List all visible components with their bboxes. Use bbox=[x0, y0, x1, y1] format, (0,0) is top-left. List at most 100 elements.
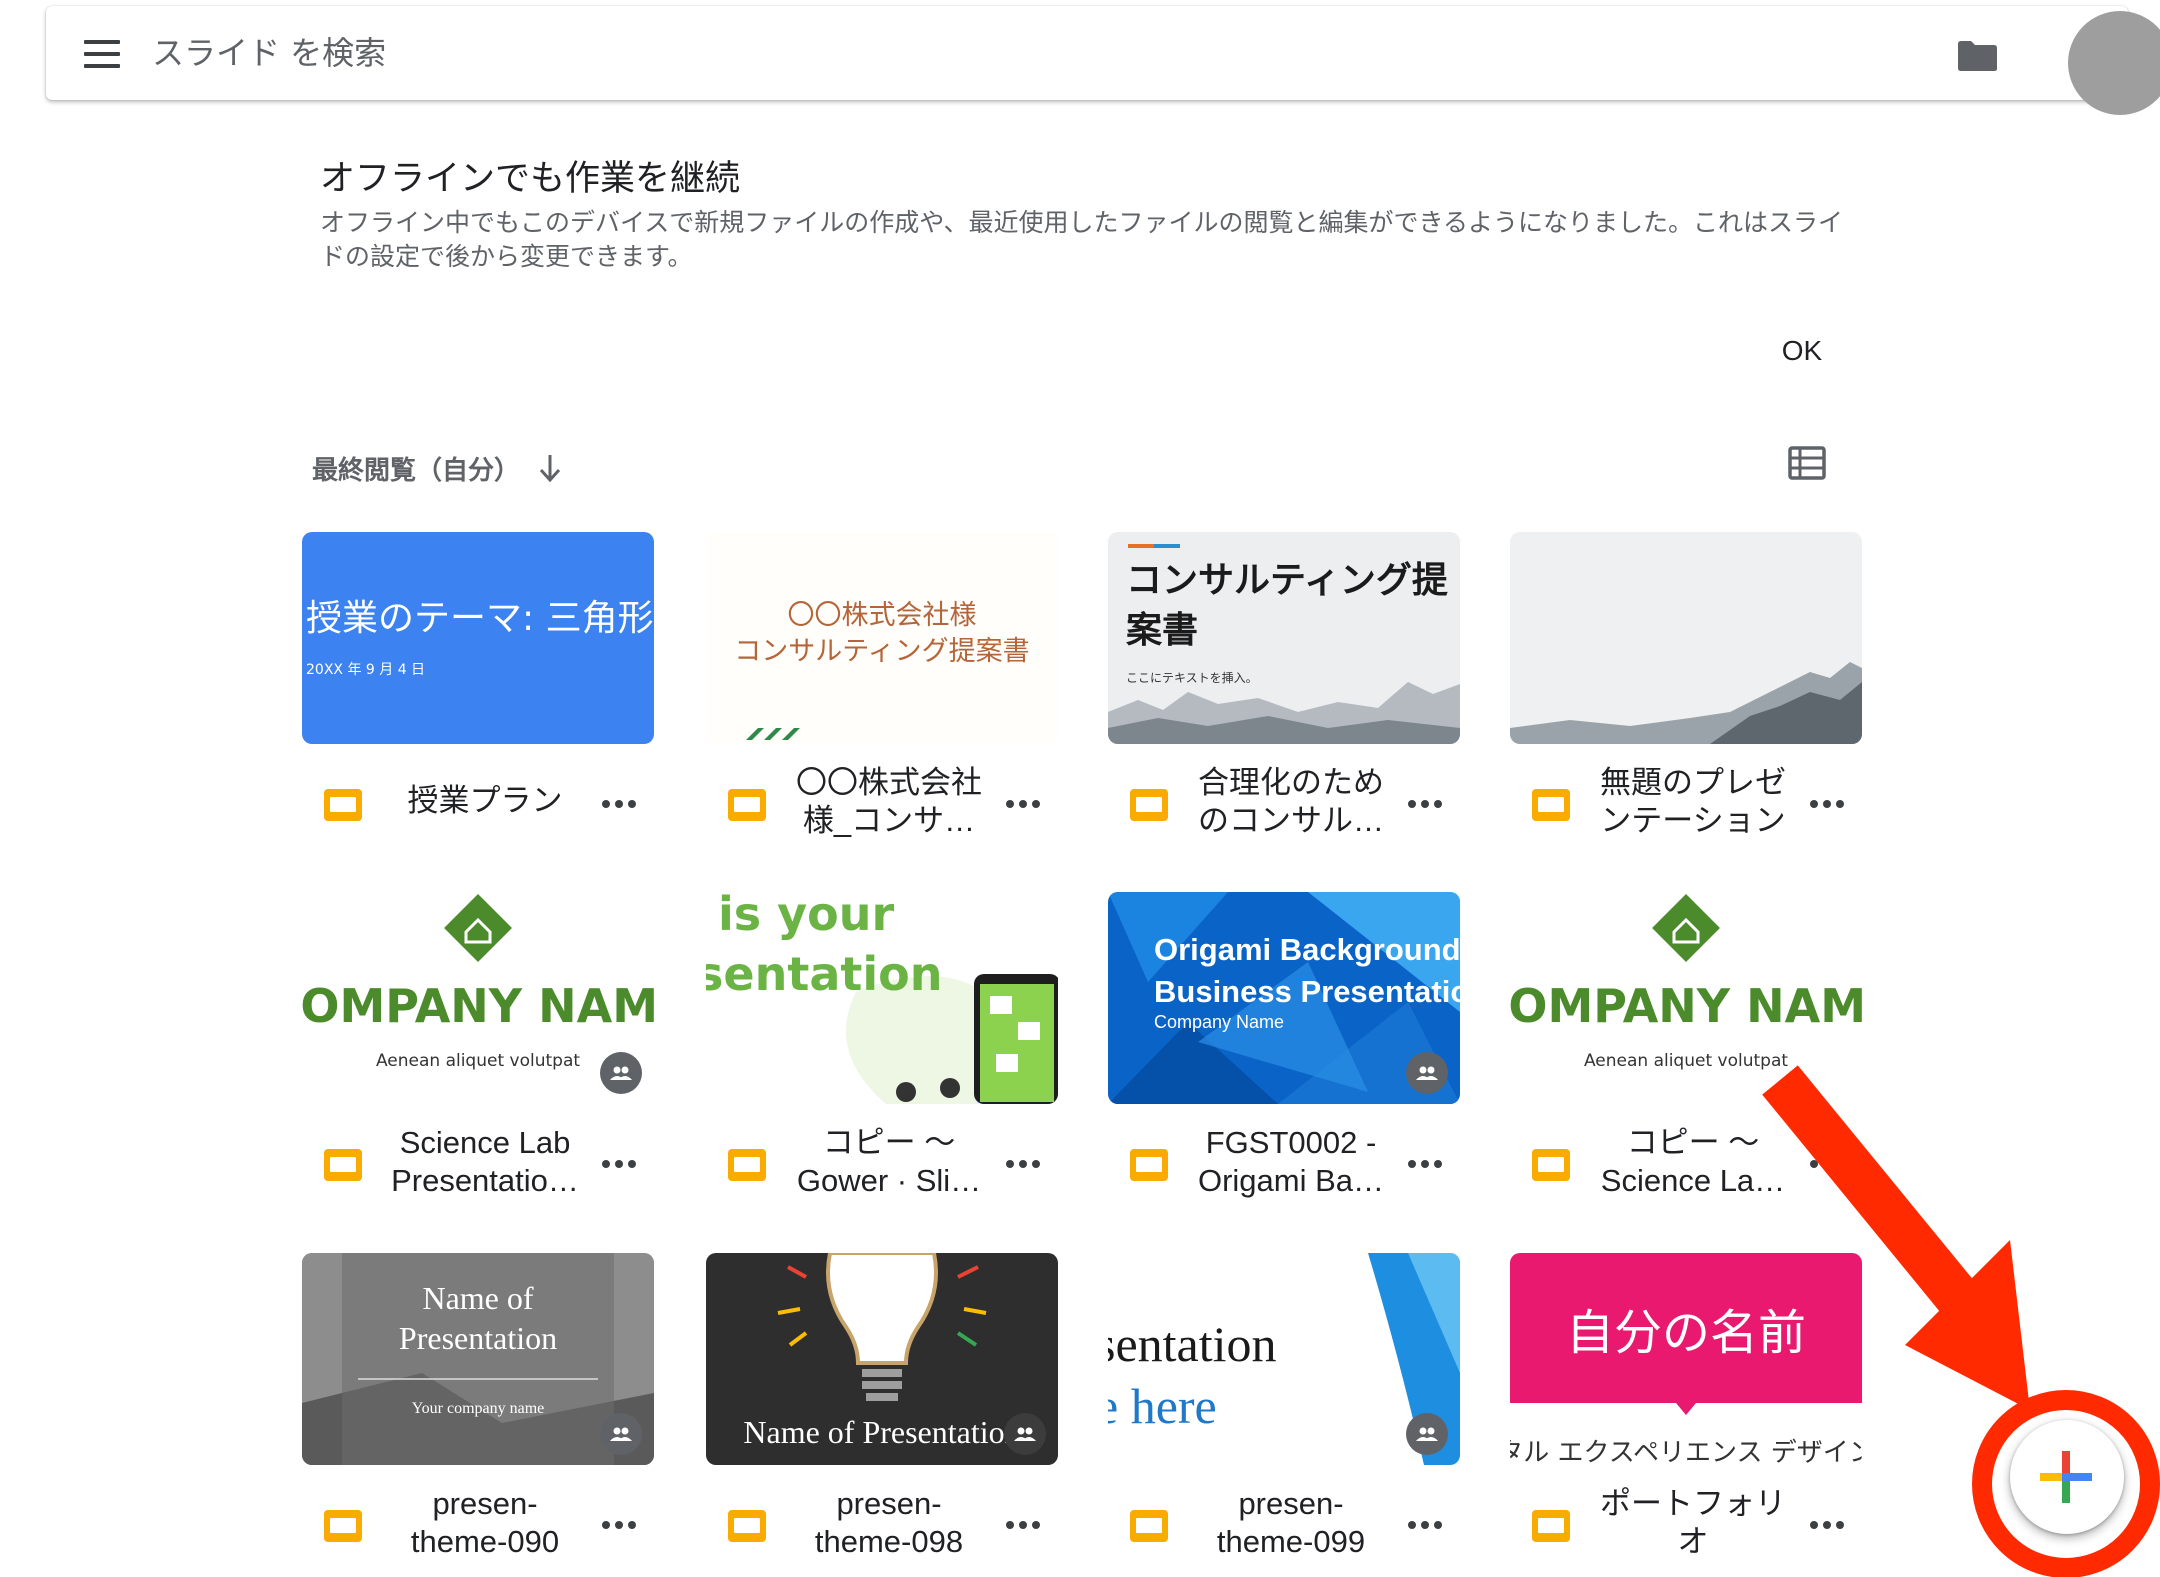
file-thumbnail: 授業のテーマ: 三角形 20XX 年 9 月 4 日 bbox=[302, 532, 654, 744]
thumb-subtitle: Aenean aliquet volutpat bbox=[376, 1051, 580, 1071]
thumb-subtitle: ここにテキストを挿入。 bbox=[1126, 671, 1258, 685]
file-thumbnail: is your sentation bbox=[706, 892, 1058, 1104]
file-card[interactable]: コンサルティング提 案書 ここにテキストを挿入。 合理化のため のコンサル… bbox=[1108, 532, 1460, 852]
google-slides-icon bbox=[1532, 789, 1570, 821]
google-slides-icon bbox=[324, 789, 362, 821]
more-horizontal-icon[interactable] bbox=[594, 788, 644, 820]
google-slides-icon bbox=[1130, 1510, 1168, 1542]
thumb-title: 授業のテーマ: 三角形 bbox=[306, 598, 654, 639]
thumb-subtitle: Aenean aliquet volutpat bbox=[1584, 1051, 1788, 1071]
arrow-down-icon bbox=[539, 455, 561, 483]
thumb-title: Name of Presentation bbox=[743, 1414, 1020, 1450]
thumb-title: Name of bbox=[422, 1280, 533, 1316]
people-icon bbox=[600, 1052, 642, 1094]
people-icon bbox=[600, 1413, 642, 1455]
file-name: presen- theme-099 bbox=[1216, 1486, 1366, 1559]
file-thumbnail: sentation e here bbox=[1108, 1253, 1460, 1465]
more-horizontal-icon[interactable] bbox=[594, 1148, 644, 1180]
more-horizontal-icon[interactable] bbox=[1802, 1148, 1852, 1180]
more-horizontal-icon[interactable] bbox=[998, 788, 1048, 820]
ok-button[interactable]: OK bbox=[1770, 326, 1834, 376]
file-name: コピー ～ Gower · Sli… bbox=[796, 1125, 982, 1198]
search-bar bbox=[46, 6, 2160, 115]
thumb-caption: Your company name bbox=[412, 1400, 545, 1417]
people-icon bbox=[1004, 1413, 1046, 1455]
thumb-title: コンサルティング提 bbox=[1126, 560, 1448, 601]
file-name: FGST0002 - Origami Ba… bbox=[1197, 1125, 1385, 1198]
phone-illustration bbox=[974, 974, 1058, 1104]
thumb-subtitle: タル エクスペリエンス デザイン bbox=[1510, 1438, 1862, 1465]
file-card[interactable]: Origami Background Business Presentation… bbox=[1108, 892, 1460, 1212]
banner-title: オフラインでも作業を継続 bbox=[320, 159, 741, 199]
thumb-subtitle: コンサルティング提案書 bbox=[734, 636, 1029, 667]
thumb-title: COMPANY NAME bbox=[1510, 979, 1862, 1033]
avatar[interactable] bbox=[2068, 11, 2160, 115]
thumb-subtitle: sentation bbox=[706, 947, 942, 1001]
file-name: コピー ～ Science La… bbox=[1600, 1125, 1786, 1198]
google-slides-icon bbox=[728, 789, 766, 821]
file-name: presen- theme-098 bbox=[814, 1486, 964, 1559]
google-slides-icon bbox=[1130, 789, 1168, 821]
thumb-title-line2: 案書 bbox=[1126, 610, 1198, 651]
more-horizontal-icon[interactable] bbox=[1400, 1148, 1450, 1180]
file-thumbnail: Name of Presentation bbox=[706, 1253, 1058, 1465]
sort-label: 最終閲覧（自分） bbox=[312, 455, 521, 486]
thumb-subtitle: Presentation bbox=[399, 1320, 557, 1356]
create-new-button[interactable] bbox=[2010, 1420, 2124, 1534]
file-name: Science Lab Presentatio… bbox=[391, 1125, 579, 1198]
folder-icon[interactable] bbox=[1956, 40, 1998, 72]
file-card[interactable]: 授業のテーマ: 三角形 20XX 年 9 月 4 日 授業プラン bbox=[302, 532, 654, 852]
banner-description: オフライン中でもこのデバイスで新規ファイルの作成や、最近使用したファイルの閲覧と… bbox=[320, 208, 1844, 271]
file-card[interactable]: Name of Presentation presen- theme-098 bbox=[706, 1253, 1058, 1573]
list-view-icon[interactable] bbox=[1788, 446, 1826, 480]
search-input[interactable] bbox=[150, 26, 1854, 80]
file-thumbnail: コンサルティング提 案書 ここにテキストを挿入。 bbox=[1108, 532, 1460, 744]
google-slides-icon bbox=[324, 1510, 362, 1542]
more-horizontal-icon[interactable] bbox=[1802, 788, 1852, 820]
plus-icon bbox=[2040, 1451, 2092, 1503]
thumb-title: COMPANY NAME bbox=[302, 979, 654, 1033]
file-card[interactable]: is your sentation コピー ～ Gower · Sli… bbox=[706, 892, 1058, 1212]
thumb-title: 自分の名前 bbox=[1566, 1305, 1806, 1361]
thumb-title: 〇〇株式会社様 bbox=[788, 600, 977, 631]
file-thumbnail: COMPANY NAME Aenean aliquet volutpat bbox=[1510, 892, 1862, 1104]
file-name: 授業プラン bbox=[407, 783, 563, 818]
thumb-subtitle: 20XX 年 9 月 4 日 bbox=[306, 662, 425, 678]
people-icon bbox=[1406, 1052, 1448, 1094]
google-slides-icon bbox=[1532, 1510, 1570, 1542]
file-thumbnail: 〇〇株式会社様 コンサルティング提案書 bbox=[706, 532, 1058, 744]
more-horizontal-icon[interactable] bbox=[998, 1148, 1048, 1180]
more-horizontal-icon[interactable] bbox=[998, 1509, 1048, 1541]
file-thumbnail: COMPANY NAME Aenean aliquet volutpat bbox=[302, 892, 654, 1104]
file-name: 無題のプレゼ ンテーション bbox=[1600, 765, 1786, 838]
file-thumbnail: Name of Presentation Your company name bbox=[302, 1253, 654, 1465]
google-slides-icon bbox=[1532, 1149, 1570, 1181]
file-card[interactable]: COMPANY NAME Aenean aliquet volutpat コピー… bbox=[1510, 892, 1862, 1212]
file-name: presen- theme-090 bbox=[410, 1486, 560, 1559]
sort-selector[interactable]: 最終閲覧（自分） bbox=[312, 446, 564, 490]
file-card[interactable]: 自分の名前 タル エクスペリエンス デザイン ポートフォリ オ bbox=[1510, 1253, 1862, 1573]
google-slides-icon bbox=[1130, 1149, 1168, 1181]
google-slides-icon bbox=[324, 1149, 362, 1181]
hamburger-menu-icon[interactable] bbox=[84, 40, 120, 68]
file-card[interactable]: Name of Presentation Your company name p… bbox=[302, 1253, 654, 1573]
file-name: 〇〇株式会社 様_コンサ… bbox=[796, 765, 982, 838]
file-name: ポートフォリ オ bbox=[1600, 1486, 1786, 1559]
file-thumbnail: 自分の名前 タル エクスペリエンス デザイン bbox=[1510, 1253, 1862, 1465]
lightbulb-icon bbox=[777, 1253, 987, 1401]
file-card[interactable]: 無題のプレゼ ンテーション bbox=[1510, 532, 1862, 852]
file-card[interactable]: sentation e here presen- theme-099 bbox=[1108, 1253, 1460, 1573]
file-card[interactable]: COMPANY NAME Aenean aliquet volutpat Sci… bbox=[302, 892, 654, 1212]
more-horizontal-icon[interactable] bbox=[1400, 1509, 1450, 1541]
more-horizontal-icon[interactable] bbox=[1802, 1509, 1852, 1541]
people-icon bbox=[1406, 1413, 1448, 1455]
thumb-title: is your bbox=[718, 892, 894, 941]
google-slides-icon bbox=[728, 1510, 766, 1542]
file-name: 合理化のため のコンサル… bbox=[1198, 765, 1384, 838]
file-thumbnail: Origami Background Business Presentation… bbox=[1108, 892, 1460, 1104]
more-horizontal-icon[interactable] bbox=[1400, 788, 1450, 820]
google-slides-icon bbox=[728, 1149, 766, 1181]
file-card[interactable]: 〇〇株式会社様 コンサルティング提案書 〇〇株式会社 様_コンサ… bbox=[706, 532, 1058, 852]
more-horizontal-icon[interactable] bbox=[594, 1509, 644, 1541]
house-icon bbox=[444, 894, 512, 962]
